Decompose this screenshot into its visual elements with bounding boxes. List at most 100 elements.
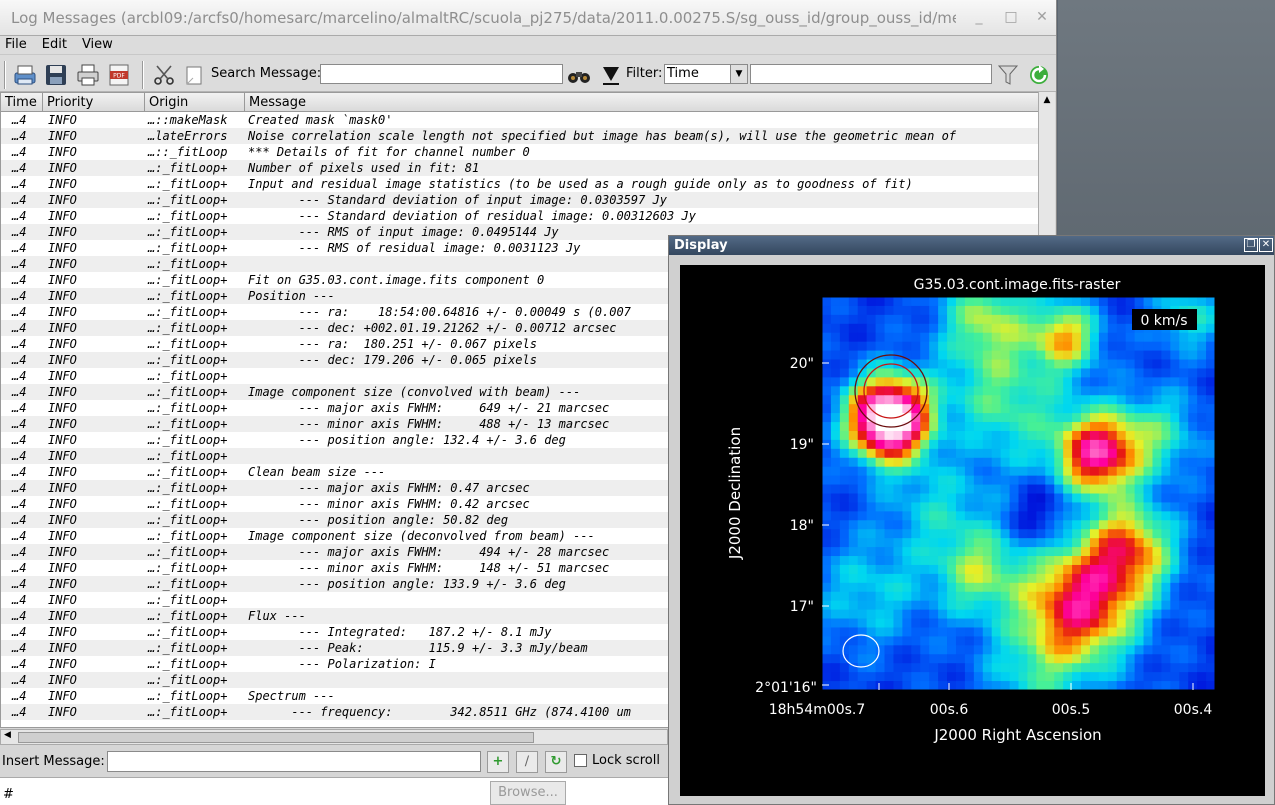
raster-pixel (1134, 359, 1144, 369)
raster-plot[interactable]: G35.03.cont.image.fits-raster 0 km/s 20"… (680, 265, 1265, 796)
raster-pixel (830, 439, 841, 450)
horizontal-scroll-thumb[interactable] (18, 732, 534, 743)
raster-pixel (947, 314, 957, 325)
menu-view[interactable]: View (82, 37, 113, 54)
refresh-icon[interactable]: ↻ (545, 751, 567, 773)
raster-pixel (884, 448, 894, 459)
menu-edit[interactable]: Edit (42, 37, 67, 54)
table-row[interactable]: …4 INFO …lateErrors Noise correlation scale… (1, 128, 1054, 144)
edit-message-icon[interactable]: ∕ (516, 751, 538, 773)
raster-pixel (1089, 413, 1100, 423)
raster-pixel (1134, 609, 1144, 619)
raster-pixel (839, 493, 850, 503)
raster-pixel (1152, 618, 1162, 628)
raster-pixel (1206, 493, 1216, 503)
raster-pixel (1197, 520, 1207, 530)
row-origin: …:_fitLoop+ (148, 657, 228, 671)
raster-pixel (1081, 332, 1091, 343)
raster-pixel (964, 573, 975, 584)
raster-pixel (822, 377, 832, 387)
table-row[interactable]: …4 INFO …::makeMask Created mask `mask0' (1, 112, 1054, 128)
raster-pixel (920, 591, 930, 602)
scroll-up-icon[interactable]: ▲ (1039, 92, 1055, 108)
cut-icon[interactable] (152, 63, 176, 87)
raster-pixel (893, 493, 903, 503)
chevron-down-icon[interactable]: ▼ (730, 65, 747, 83)
raster-pixel (1081, 663, 1091, 673)
raster-pixel (1072, 609, 1082, 619)
table-row[interactable]: …4 INFO …::_fitLoop *** Details of fit for … (1, 144, 1054, 160)
raster-pixel (893, 386, 903, 396)
save-icon[interactable] (44, 63, 68, 87)
close-icon[interactable]: ✕ (1259, 238, 1273, 252)
raster-pixel (938, 681, 948, 691)
raster-pixel (1009, 681, 1019, 691)
table-row[interactable]: …4 INFO …:_fitLoop+ Number of pixels used i… (1, 160, 1054, 176)
raster-pixel (839, 618, 850, 628)
minimize-icon[interactable]: _ (970, 8, 988, 26)
raster-pixel (947, 636, 957, 646)
scroll-left-icon[interactable]: ◀ (4, 730, 11, 740)
raster-pixel (911, 636, 921, 646)
raster-pixel (1045, 448, 1055, 459)
raster-pixel (1089, 502, 1100, 512)
close-icon[interactable]: ✕ (1033, 8, 1051, 26)
raster-pixel (1089, 305, 1100, 316)
raster-pixel (1054, 663, 1064, 673)
column-header-message[interactable]: Message (245, 93, 1054, 111)
raster-pixel (875, 314, 885, 325)
row-origin: …:_fitLoop+ (148, 161, 228, 175)
menu-file[interactable]: File (5, 37, 27, 54)
raster-pixel (1018, 627, 1028, 637)
filter-field-select[interactable]: Time ▼ (664, 64, 748, 84)
raster-pixel (1000, 591, 1010, 602)
browse-button[interactable]: Browse... (490, 781, 566, 805)
raster-pixel (839, 386, 850, 396)
raster-pixel (1116, 502, 1127, 512)
raster-pixel (938, 422, 948, 432)
window-titlebar[interactable]: Log Messages (arcbl09:/arcfs0/homesarc/m… (0, 0, 1056, 36)
column-header-priority[interactable]: Priority (43, 93, 145, 111)
table-row[interactable]: …4 INFO …:_fitLoop+ --- Standard deviation… (1, 208, 1054, 224)
row-origin: …:_fitLoop+ (148, 481, 228, 495)
pdf-export-icon[interactable]: PDF (107, 63, 131, 87)
column-header-time[interactable]: Time (1, 93, 43, 111)
funnel-icon[interactable] (996, 63, 1020, 87)
raster-pixel (982, 547, 993, 557)
filter-arrow-icon[interactable] (599, 63, 623, 87)
raster-pixel (1197, 475, 1207, 485)
restore-icon[interactable]: ❐ (1244, 238, 1258, 252)
raster-pixel (857, 681, 868, 691)
raster-pixel (1107, 413, 1118, 423)
image-canvas[interactable]: G35.03.cont.image.fits-raster 0 km/s 20"… (680, 265, 1265, 796)
table-row[interactable]: …4 INFO …:_fitLoop+ Input and residual imag… (1, 176, 1054, 192)
binoculars-icon[interactable] (567, 63, 591, 87)
raster-pixel (973, 556, 984, 566)
display-titlebar[interactable]: Display ❐ ✕ (669, 236, 1274, 255)
column-header-origin[interactable]: Origin (145, 93, 245, 111)
raster-pixel (1063, 654, 1073, 664)
add-message-icon[interactable]: + (487, 751, 509, 773)
raster-pixel (1036, 618, 1046, 628)
raster-pixel (1098, 323, 1109, 334)
raster-pixel (1009, 466, 1019, 477)
table-row[interactable]: …4 INFO …:_fitLoop+ --- Standard deviation… (1, 192, 1054, 208)
raster-pixel (1045, 564, 1055, 575)
print-icon[interactable] (76, 63, 100, 87)
raster-pixel (973, 654, 984, 664)
maximize-icon[interactable]: □ (1002, 8, 1020, 26)
insert-message-input[interactable] (107, 751, 481, 772)
raster-pixel (1063, 573, 1073, 584)
raster-pixel (1116, 297, 1127, 307)
raster-pixel (938, 377, 948, 387)
raster-pixel (1036, 314, 1046, 325)
horizontal-scrollbar[interactable]: ◀ (0, 729, 668, 745)
search-input[interactable] (320, 64, 563, 84)
lock-scroll-checkbox[interactable] (574, 754, 587, 767)
copy-icon[interactable] (183, 63, 207, 87)
filter-input[interactable] (750, 64, 992, 84)
print-preview-icon[interactable] (13, 63, 37, 87)
lock-scroll-toggle[interactable]: Lock scroll (574, 753, 660, 768)
refresh-icon[interactable] (1027, 63, 1051, 87)
raster-pixel (973, 297, 984, 307)
